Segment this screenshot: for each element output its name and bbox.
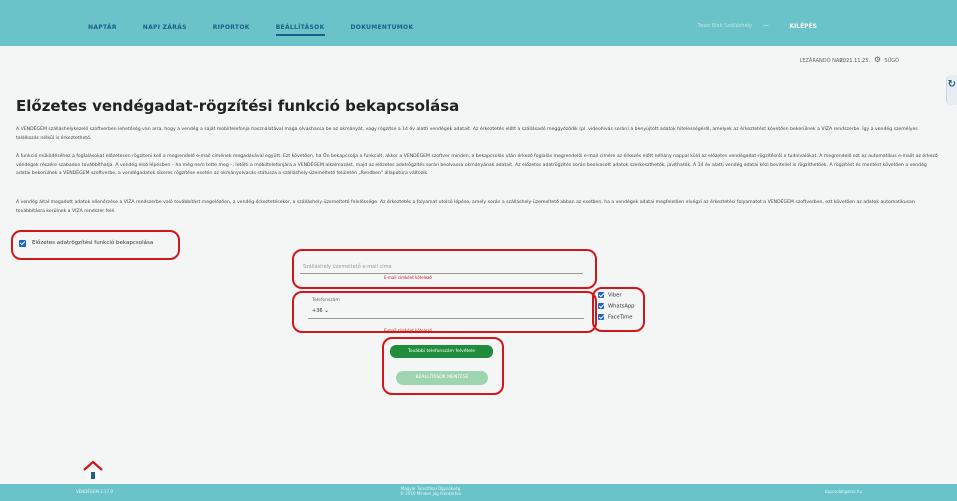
- top-navbar: NAPTÁR NAPI ZÁRÁS RIPORTOK BEÁLLÍTÁSOK D…: [0, 0, 957, 46]
- nav-item-daily-close[interactable]: NAPI ZÁRÁS: [143, 24, 187, 36]
- page-title: Előzetes vendégadat-rögzítési funkció be…: [16, 97, 460, 115]
- chevron-down-icon[interactable]: ⌄: [324, 307, 329, 314]
- phone-error-text: E-mail címként kötelező: [384, 328, 432, 333]
- facetime-checkbox[interactable]: [598, 314, 604, 320]
- operator-email-input[interactable]: Szálláshely üzemeltető e-mail címe: [300, 259, 583, 274]
- facetime-label: FaceTime: [608, 314, 633, 321]
- responsibility-paragraph: A vendég által megadott adatok ellenőrzé…: [16, 200, 915, 214]
- nav-separator: —: [763, 22, 769, 29]
- side-feedback-tab[interactable]: ↻: [946, 75, 957, 105]
- viber-option[interactable]: Viber: [598, 292, 622, 299]
- email-error-text: E-mail címként kötelező: [384, 275, 432, 280]
- phone-country-code[interactable]: +36: [312, 308, 323, 314]
- email-placeholder: Szálláshely üzemeltető e-mail címe: [303, 264, 392, 270]
- facetime-option[interactable]: FaceTime: [598, 314, 632, 321]
- app-version: VENDÉGEM 2.17.0: [76, 489, 113, 494]
- add-phone-button[interactable]: További telefonszám felvétele: [390, 345, 493, 358]
- logout-button[interactable]: KILÉPÉS: [789, 23, 817, 30]
- closing-day-date: 2021.11.25.: [839, 58, 870, 64]
- messenger-options-highlight: Viber WhatsApp FaceTime: [592, 287, 645, 332]
- footer-rights: © 2019 Minden jog fenntartva: [400, 491, 461, 496]
- enable-feature-highlight: Előzetes adatrögzítési funkció bekapcsol…: [11, 230, 180, 260]
- contact-email-link[interactable]: kapcsolat@nisz.hu: [825, 489, 862, 494]
- footer-bar: VENDÉGEM 2.17.0 Magyar Turisztikai Ügynö…: [0, 484, 957, 501]
- viber-checkbox[interactable]: [598, 292, 604, 298]
- closing-day-label: LEZÁRANDÓ NAP:: [799, 58, 844, 64]
- whatsapp-option[interactable]: WhatsApp: [598, 303, 634, 310]
- save-settings-button[interactable]: BEÁLLÍTÁSOK MENTÉSE: [396, 371, 488, 385]
- main-nav: NAPTÁR NAPI ZÁRÁS RIPORTOK BEÁLLÍTÁSOK D…: [88, 24, 439, 36]
- home-logo-icon: [83, 460, 103, 480]
- phone-field-highlight: Telefonszám +36 ⌄: [292, 291, 597, 333]
- footer-copyright: Magyar Turisztikai Ügynökség © 2019 Mind…: [400, 486, 461, 496]
- phone-label: Telefonszám: [312, 298, 340, 303]
- buttons-highlight: További telefonszám felvétele BEÁLLÍTÁSO…: [382, 337, 504, 395]
- phone-input[interactable]: [308, 318, 584, 319]
- nav-item-documents[interactable]: DOKUMENTUMOK: [351, 24, 414, 36]
- nav-item-settings[interactable]: BEÁLLÍTÁSOK: [275, 24, 325, 36]
- help-icon[interactable]: ⚙: [874, 55, 881, 64]
- intro-paragraph: A VENDÉGEM szálláshelykezelő szoftverben…: [16, 127, 918, 141]
- whatsapp-label: WhatsApp: [608, 303, 635, 310]
- nav-item-calendar[interactable]: NAPTÁR: [88, 24, 117, 36]
- email-field-highlight: Szálláshely üzemeltető e-mail címe: [292, 249, 597, 289]
- how-it-works-paragraph: A funkció működéséhez a foglalásokat elő…: [16, 154, 938, 176]
- user-name[interactable]: Teszt Elek Szálláshely: [698, 23, 752, 29]
- refresh-icon: ↻: [947, 79, 956, 90]
- enable-feature-label[interactable]: Előzetes adatrögzítési funkció bekapcsol…: [32, 240, 153, 246]
- help-label[interactable]: SÚGÓ: [884, 58, 899, 64]
- viber-label: Viber: [608, 292, 622, 299]
- whatsapp-checkbox[interactable]: [598, 303, 604, 309]
- nav-item-reports[interactable]: RIPORTOK: [213, 24, 250, 36]
- enable-feature-checkbox[interactable]: [19, 240, 26, 247]
